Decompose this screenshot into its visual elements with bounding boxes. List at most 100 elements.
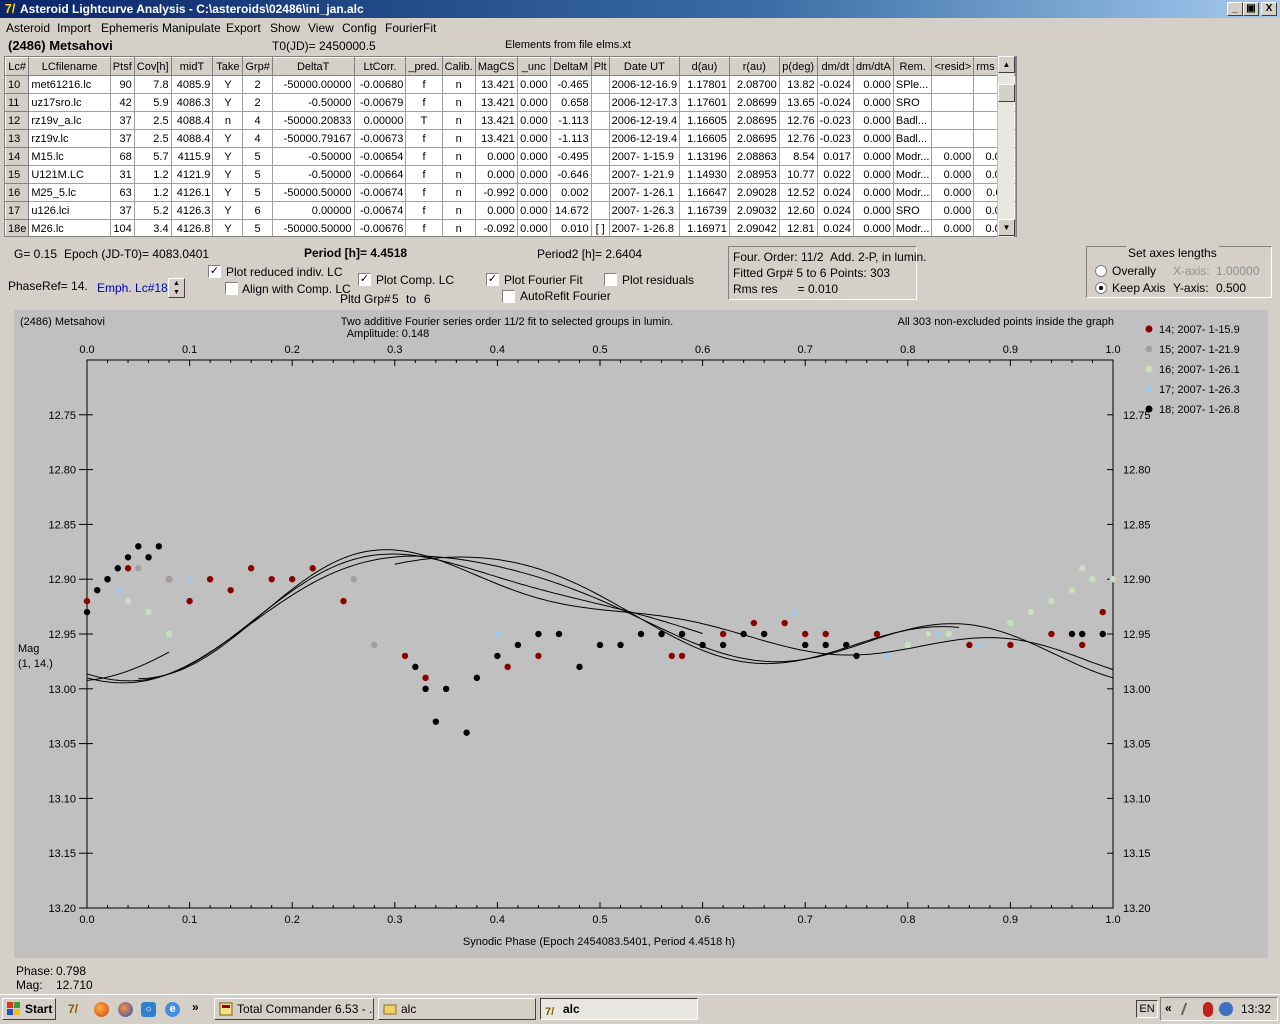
column-header[interactable]: MagCS <box>474 57 518 76</box>
taskbar-alc-1[interactable]: alc <box>378 998 536 1020</box>
period-label[interactable]: Period [h]= 4.4518 <box>304 246 407 260</box>
column-header[interactable]: _pred. <box>405 57 443 76</box>
table-cell[interactable]: 1.17801 <box>679 75 730 94</box>
table-cell[interactable]: 4086.3 <box>171 93 214 112</box>
table-cell[interactable]: f <box>405 93 443 112</box>
table-cell[interactable]: 10.77 <box>779 165 818 184</box>
table-cell[interactable] <box>931 75 975 94</box>
table-cell[interactable]: 37 <box>110 129 135 148</box>
table-cell[interactable]: Y <box>212 93 244 112</box>
table-cell[interactable]: 68 <box>110 147 135 166</box>
table-cell[interactable]: 5 <box>242 219 273 236</box>
row-header[interactable]: 17 <box>5 201 30 220</box>
search-icon[interactable]: ○ <box>141 1002 156 1017</box>
table-cell[interactable]: -50000.00000 <box>272 75 355 94</box>
table-cell[interactable]: 12.60 <box>779 201 818 220</box>
table-cell[interactable]: 31 <box>110 165 135 184</box>
table-cell[interactable]: 2.09028 <box>729 183 780 202</box>
table-cell[interactable]: SRO <box>893 93 933 112</box>
table-cell[interactable]: Y <box>212 183 244 202</box>
table-cell[interactable]: -0.00674 <box>354 201 407 220</box>
taskbar-total-commander[interactable]: Total Commander 6.53 - ... <box>214 998 374 1020</box>
table-cell[interactable]: n <box>442 201 476 220</box>
table-cell[interactable] <box>591 75 610 94</box>
column-header[interactable]: Lc# <box>5 57 30 76</box>
table-cell[interactable]: -0.00676 <box>354 219 407 236</box>
table-cell[interactable]: -0.00679 <box>354 93 407 112</box>
row-header[interactable]: 18e <box>5 219 30 236</box>
table-cell[interactable]: 5.2 <box>134 201 172 220</box>
table-row[interactable]: 13 rz19v.lc 37 2.5 4088.4 Y 4 -50000.79167 -0.00… <box>5 129 1016 148</box>
table-cell[interactable]: 1.2 <box>134 183 172 202</box>
column-header[interactable]: Date UT <box>608 57 681 76</box>
column-header[interactable]: _unc <box>516 57 551 76</box>
column-header[interactable]: Plt <box>590 57 610 76</box>
table-cell[interactable]: 1.16971 <box>679 219 730 236</box>
table-cell[interactable]: 2.08700 <box>729 75 780 94</box>
table-cell[interactable]: 0.000 <box>853 201 894 220</box>
table-cell[interactable]: f <box>405 129 443 148</box>
table-cell[interactable]: 2 <box>242 93 273 112</box>
table-cell[interactable]: 0.000 <box>475 165 518 184</box>
table-cell[interactable]: T <box>405 111 443 130</box>
quicklaunch-alc-icon[interactable]: 7/ <box>68 1002 78 1016</box>
table-cell[interactable]: 0.000 <box>517 219 551 236</box>
table-cell[interactable]: rz19v_a.lc <box>28 111 111 130</box>
table-cell[interactable]: 0.000 <box>931 183 975 202</box>
table-cell[interactable]: n <box>442 219 476 236</box>
table-cell[interactable] <box>931 93 975 112</box>
table-cell[interactable]: Badl... <box>893 129 933 148</box>
overally-radio[interactable] <box>1095 265 1107 277</box>
browser-icon[interactable] <box>118 1002 133 1017</box>
column-header[interactable]: LtCorr. <box>353 57 407 76</box>
column-header[interactable]: dm/dt <box>816 57 854 76</box>
table-cell[interactable]: SPle... <box>893 75 933 94</box>
table-cell[interactable]: 4 <box>242 129 273 148</box>
column-header[interactable]: Calib. <box>441 57 476 76</box>
table-cell[interactable]: 13.421 <box>475 111 518 130</box>
x-axis-value[interactable]: 1.00000 <box>1216 264 1259 278</box>
menu-asteroid[interactable]: Asteroid <box>6 21 50 35</box>
table-cell[interactable]: 4126.8 <box>171 219 214 236</box>
emph-spinner[interactable]: ▲ ▼ <box>168 278 185 298</box>
table-cell[interactable]: 13.421 <box>475 75 518 94</box>
table-cell[interactable]: -0.495 <box>550 147 592 166</box>
plot-residuals-checkbox[interactable] <box>604 273 617 286</box>
column-header[interactable]: p(deg) <box>778 57 818 76</box>
table-cell[interactable]: 4085.9 <box>171 75 214 94</box>
table-cell[interactable] <box>591 129 610 148</box>
table-cell[interactable]: 0.000 <box>853 147 894 166</box>
table-cell[interactable]: 5 <box>242 165 273 184</box>
table-cell[interactable]: 12.81 <box>779 219 818 236</box>
table-cell[interactable]: -1.113 <box>550 111 592 130</box>
column-header[interactable]: DeltaT <box>271 57 355 76</box>
lightcurve-table[interactable]: Lc# LCfilename Ptsf Cov[h] midT Take Grp# Delta… <box>4 56 1017 237</box>
table-row[interactable]: 18e M26.lc 104 3.4 4126.8 Y 5 -50000.50000 -0.00… <box>5 219 1016 236</box>
table-row[interactable]: 10 met61216.lc 90 7.8 4085.9 Y 2 -50000.00000 -0… <box>5 75 1016 94</box>
table-cell[interactable]: Y <box>212 219 244 236</box>
taskbar-alc-2[interactable]: 7/ alc <box>540 998 698 1020</box>
table-cell[interactable]: 0.024 <box>817 183 854 202</box>
table-cell[interactable]: 12.52 <box>779 183 818 202</box>
table-row[interactable]: 16 M25_5.lc 63 1.2 4126.1 Y 5 -50000.50000 -0.00… <box>5 183 1016 202</box>
table-cell[interactable]: Y <box>212 165 244 184</box>
table-cell[interactable]: 7.8 <box>134 75 172 94</box>
align-comp-checkbox[interactable] <box>225 282 238 295</box>
table-cell[interactable]: 0.024 <box>817 219 854 236</box>
table-cell[interactable]: M25_5.lc <box>28 183 111 202</box>
plot-reduced-checkbox[interactable]: ✓ <box>208 265 221 278</box>
menu-show[interactable]: Show <box>270 21 300 35</box>
table-cell[interactable]: f <box>405 165 443 184</box>
row-header[interactable]: 16 <box>5 183 30 202</box>
table-cell[interactable]: 1.13196 <box>679 147 730 166</box>
table-cell[interactable]: 4126.1 <box>171 183 214 202</box>
table-cell[interactable]: -0.00654 <box>354 147 407 166</box>
tray-bluetooth-icon[interactable] <box>1203 1002 1213 1017</box>
menu-export[interactable]: Export <box>226 21 261 35</box>
table-cell[interactable]: Modr... <box>893 219 933 236</box>
table-cell[interactable]: n <box>442 75 476 94</box>
table-cell[interactable]: 4121.9 <box>171 165 214 184</box>
table-cell[interactable]: uz17sro.lc <box>28 93 111 112</box>
table-cell[interactable]: 2007- 1-15.9 <box>609 147 681 166</box>
quicklaunch-more-icon[interactable]: » <box>192 1000 199 1014</box>
